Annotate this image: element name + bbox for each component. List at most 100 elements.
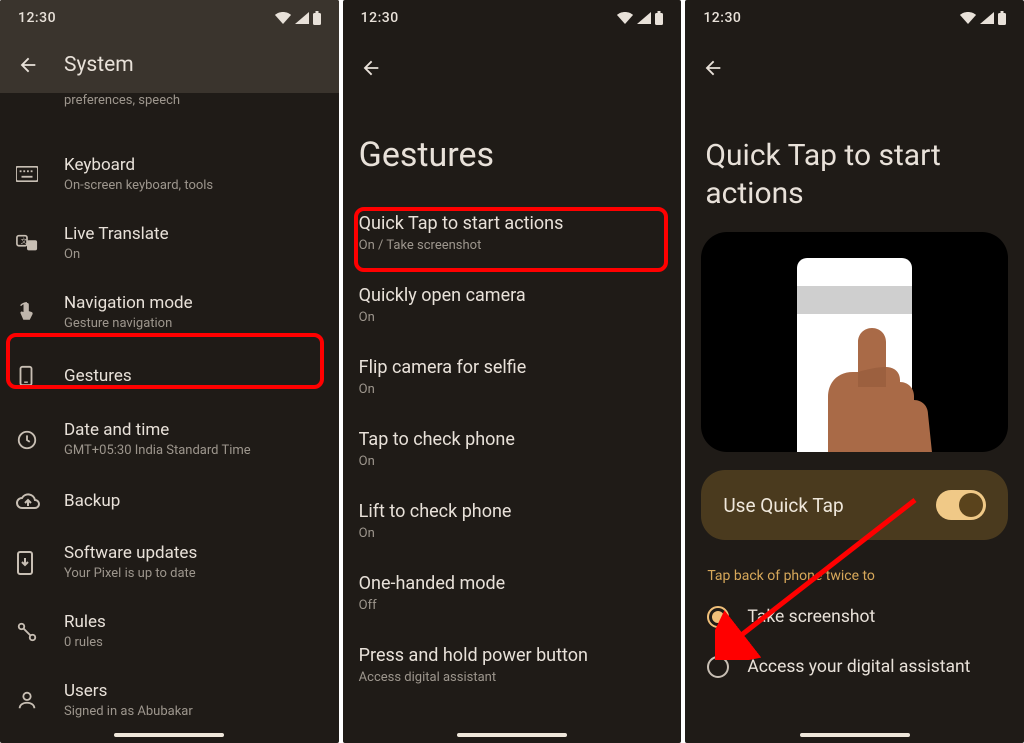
- option-digital-assistant[interactable]: Access your digital assistant: [685, 642, 1024, 692]
- row-sub: On: [64, 247, 323, 264]
- battery-icon: [655, 11, 663, 25]
- row-sub: Your Pixel is up to date: [64, 566, 323, 583]
- nav-pill[interactable]: [800, 733, 910, 737]
- row-flip-camera[interactable]: Flip camera for selfie On: [343, 341, 682, 413]
- row-navigation-mode[interactable]: Navigation mode Gesture navigation: [0, 278, 339, 347]
- row-title: Gestures: [64, 365, 323, 387]
- status-time: 12:30: [703, 10, 741, 26]
- signal-icon: [295, 12, 309, 24]
- row-sub: On / Take screenshot: [359, 238, 666, 253]
- row-title: Live Translate: [64, 223, 323, 245]
- option-label: Take screenshot: [747, 607, 875, 627]
- back-icon[interactable]: [701, 56, 725, 80]
- gestures-list: Quick Tap to start actions On / Take scr…: [343, 197, 682, 701]
- wifi-icon: [617, 12, 633, 24]
- illustration: [701, 232, 1008, 452]
- appbar-region: 12:30 System: [0, 0, 339, 93]
- row-title: Rules: [64, 611, 323, 633]
- screen-system: 12:30 System preferences, speech Keyboar…: [0, 0, 339, 743]
- row-gestures[interactable]: Gestures: [0, 347, 339, 405]
- rules-icon: [16, 621, 64, 643]
- row-users[interactable]: Users Signed in as Abubakar: [0, 666, 339, 735]
- section-label: Tap back of phone twice to: [685, 540, 1024, 592]
- row-keyboard[interactable]: Keyboard On-screen keyboard, tools: [0, 140, 339, 209]
- app-bar: [343, 36, 682, 89]
- settings-list: Keyboard On-screen keyboard, tools 文 Liv…: [0, 112, 339, 735]
- row-title: Date and time: [64, 419, 323, 441]
- user-icon: [16, 689, 64, 711]
- row-sub: On: [359, 526, 666, 541]
- row-sub: Signed in as Abubakar: [64, 704, 323, 721]
- row-title: Flip camera for selfie: [359, 357, 666, 378]
- battery-icon: [998, 11, 1006, 25]
- row-one-hand[interactable]: One-handed mode Off: [343, 557, 682, 629]
- option-take-screenshot[interactable]: Take screenshot: [685, 592, 1024, 642]
- row-title: Quickly open camera: [359, 285, 666, 306]
- row-rules[interactable]: Rules 0 rules: [0, 597, 339, 666]
- status-bar: 12:30: [0, 0, 339, 36]
- row-sub: On: [359, 382, 666, 397]
- status-icons: [275, 11, 321, 25]
- swipe-icon: [16, 301, 64, 323]
- row-title: Lift to check phone: [359, 501, 666, 522]
- page-title: System: [64, 53, 134, 77]
- page-title: Quick Tap to start actions: [685, 89, 1024, 232]
- wifi-icon: [960, 12, 976, 24]
- status-icons: [960, 11, 1006, 25]
- back-icon[interactable]: [16, 53, 40, 77]
- phone-gesture-icon: [16, 365, 64, 387]
- row-title: Press and hold power button: [359, 645, 666, 666]
- row-sub: 0 rules: [64, 635, 323, 652]
- row-sub: On: [359, 454, 666, 469]
- row-sub: GMT+05:30 India Standard Time: [64, 443, 323, 460]
- app-bar: System: [0, 36, 339, 93]
- translate-icon: 文: [16, 232, 64, 254]
- radio-unselected-icon[interactable]: [707, 656, 729, 678]
- row-backup[interactable]: Backup: [0, 474, 339, 528]
- wifi-icon: [275, 12, 291, 24]
- row-power-button[interactable]: Press and hold power button Access digit…: [343, 629, 682, 701]
- row-title: One-handed mode: [359, 573, 666, 594]
- page-title: Gestures: [343, 89, 682, 197]
- nav-pill[interactable]: [114, 733, 224, 737]
- row-title: Navigation mode: [64, 292, 323, 314]
- cloud-upload-icon: [16, 492, 64, 510]
- row-tap-check[interactable]: Tap to check phone On: [343, 413, 682, 485]
- row-sub: Gesture navigation: [64, 316, 323, 333]
- app-bar: [685, 36, 1024, 89]
- row-software-updates[interactable]: Software updates Your Pixel is up to dat…: [0, 528, 339, 597]
- use-quick-tap-toggle[interactable]: Use Quick Tap: [701, 470, 1008, 540]
- toggle-label: Use Quick Tap: [723, 494, 843, 517]
- status-icons: [617, 11, 663, 25]
- row-open-camera[interactable]: Quickly open camera On: [343, 269, 682, 341]
- system-update-icon: [16, 551, 64, 575]
- battery-icon: [313, 11, 321, 25]
- row-title: Quick Tap to start actions: [359, 213, 666, 234]
- radio-selected-icon[interactable]: [707, 606, 729, 628]
- hand-illustration: [798, 312, 968, 452]
- row-sub: Off: [359, 598, 666, 613]
- status-time: 12:30: [361, 10, 399, 26]
- row-title: Tap to check phone: [359, 429, 666, 450]
- row-quick-tap[interactable]: Quick Tap to start actions On / Take scr…: [343, 197, 682, 269]
- signal-icon: [637, 12, 651, 24]
- row-title: Backup: [64, 490, 323, 512]
- row-title: Software updates: [64, 542, 323, 564]
- signal-icon: [980, 12, 994, 24]
- screen-quick-tap: 12:30 Quick Tap to start actions Use Qui…: [685, 0, 1024, 743]
- keyboard-icon: [16, 166, 64, 182]
- row-lift-check[interactable]: Lift to check phone On: [343, 485, 682, 557]
- back-icon[interactable]: [359, 56, 383, 80]
- row-sub: On-screen keyboard, tools: [64, 178, 323, 195]
- screen-gestures: 12:30 Gestures Quick Tap to start action…: [343, 0, 682, 743]
- row-live-translate[interactable]: 文 Live Translate On: [0, 209, 339, 278]
- nav-pill[interactable]: [457, 733, 567, 737]
- switch-on-icon[interactable]: [936, 490, 986, 520]
- row-sub: On: [359, 310, 666, 325]
- svg-text:文: 文: [21, 236, 28, 245]
- status-bar: 12:30: [343, 0, 682, 36]
- row-title: Users: [64, 680, 323, 702]
- status-bar: 12:30: [685, 0, 1024, 36]
- truncated-subtitle: preferences, speech: [0, 93, 339, 112]
- row-date-time[interactable]: Date and time GMT+05:30 India Standard T…: [0, 405, 339, 474]
